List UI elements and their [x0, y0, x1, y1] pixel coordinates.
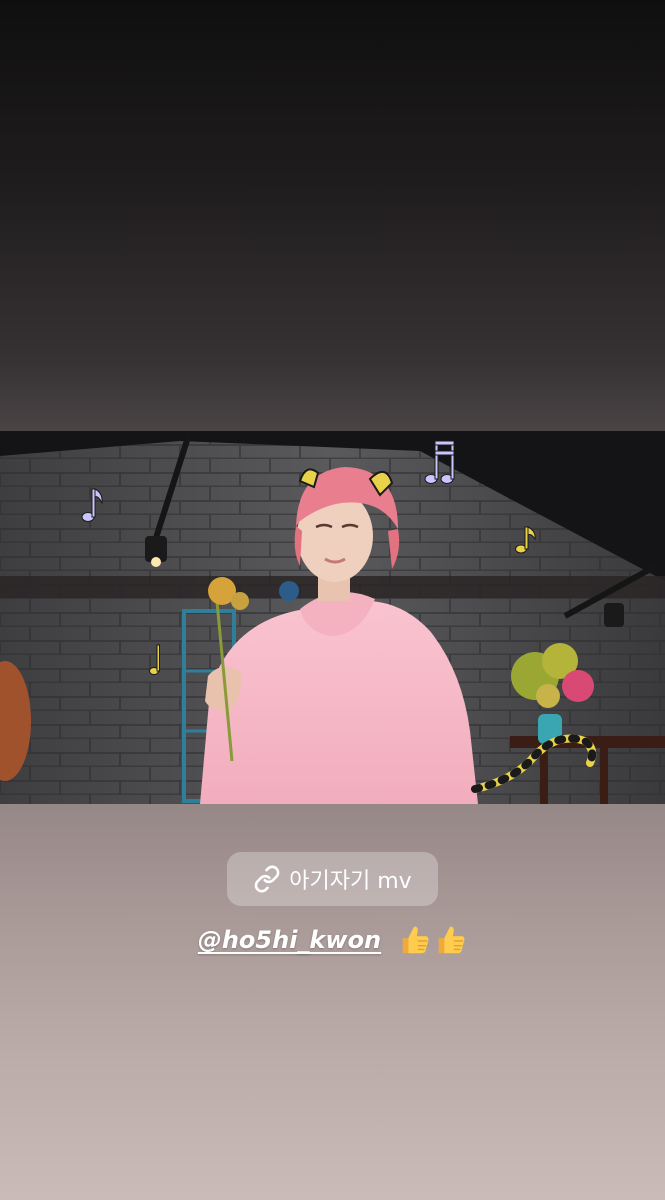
story-viewer: 아기자기 mv @ho5hi_kwon: [0, 0, 665, 1200]
thumbs-up-icon: [438, 926, 465, 954]
video-still-illustration: [0, 431, 665, 804]
link-icon: [253, 865, 281, 893]
video-still[interactable]: [0, 431, 665, 804]
thumbs-up-icon: [402, 926, 429, 954]
mention-tag[interactable]: @ho5hi_kwon: [198, 926, 381, 954]
mention-row: @ho5hi_kwon: [0, 918, 665, 962]
link-sticker[interactable]: 아기자기 mv: [227, 852, 438, 906]
thumbs-up-emoji-group: [397, 923, 467, 957]
link-sticker-label: 아기자기 mv: [289, 869, 412, 894]
